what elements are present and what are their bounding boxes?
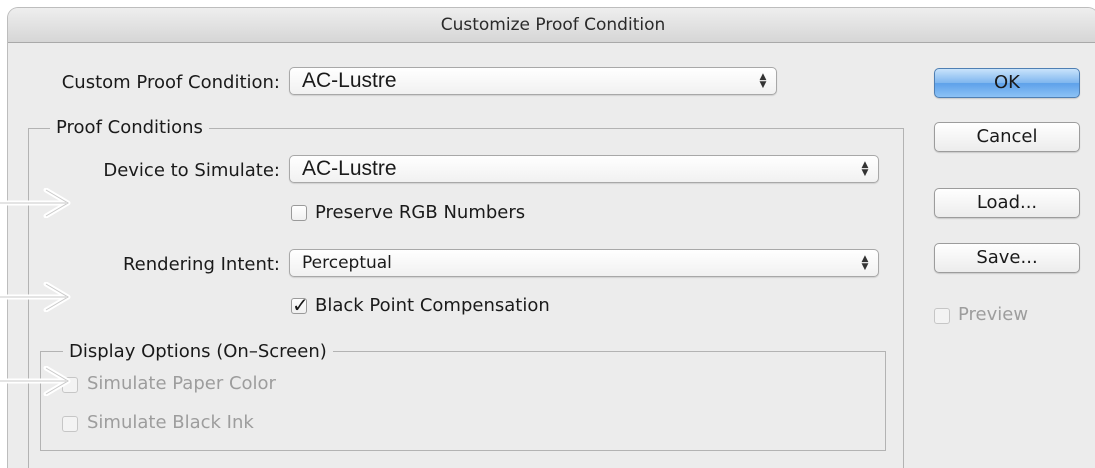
rendering-intent-popup[interactable]: Perceptual ▲ ▼ bbox=[289, 249, 879, 277]
cancel-button[interactable]: Cancel bbox=[934, 122, 1080, 152]
device-to-simulate-popup[interactable]: AC-Lustre ▲ ▼ bbox=[289, 155, 879, 183]
dialog-window: Customize Proof Condition Custom Proof C… bbox=[8, 8, 1095, 468]
black-point-label: Black Point Compensation bbox=[315, 295, 550, 316]
preserve-rgb-checkbox[interactable] bbox=[291, 205, 307, 221]
up-down-chevron-icon: ▲ ▼ bbox=[861, 160, 869, 178]
right-arrow-icon bbox=[0, 366, 71, 396]
right-arrow-icon bbox=[0, 282, 71, 312]
simulate-paper-label: Simulate Paper Color bbox=[87, 373, 276, 394]
checkmark-icon: ✓ bbox=[292, 293, 309, 317]
device-to-simulate-value: AC-Lustre bbox=[302, 157, 397, 180]
simulate-black-label: Simulate Black Ink bbox=[87, 412, 254, 433]
custom-proof-condition-popup[interactable]: AC-Lustre ▲ ▼ bbox=[289, 67, 777, 95]
right-arrow-icon bbox=[0, 188, 71, 218]
display-options-group bbox=[40, 351, 886, 451]
rendering-intent-label: Rendering Intent: bbox=[122, 254, 280, 275]
dialog-title: Customize Proof Condition bbox=[8, 8, 1095, 43]
simulate-black-checkbox[interactable] bbox=[62, 416, 78, 432]
custom-proof-condition-label: Custom Proof Condition: bbox=[61, 72, 280, 93]
preview-label: Preview bbox=[958, 304, 1029, 325]
display-options-legend: Display Options (On–Screen) bbox=[63, 341, 333, 362]
proof-conditions-legend: Proof Conditions bbox=[50, 117, 209, 138]
black-point-checkbox[interactable]: ✓ bbox=[291, 293, 309, 317]
device-to-simulate-label: Device to Simulate: bbox=[103, 160, 280, 181]
preview-checkbox[interactable] bbox=[934, 308, 950, 324]
rendering-intent-value: Perceptual bbox=[302, 253, 392, 273]
up-down-chevron-icon: ▲ ▼ bbox=[759, 72, 767, 90]
custom-proof-condition-value: AC-Lustre bbox=[302, 69, 397, 92]
load-button[interactable]: Load... bbox=[934, 188, 1080, 218]
ok-button[interactable]: OK bbox=[934, 68, 1080, 98]
up-down-chevron-icon: ▲ ▼ bbox=[861, 254, 869, 272]
preserve-rgb-label: Preserve RGB Numbers bbox=[315, 202, 526, 223]
save-button[interactable]: Save... bbox=[934, 243, 1080, 273]
